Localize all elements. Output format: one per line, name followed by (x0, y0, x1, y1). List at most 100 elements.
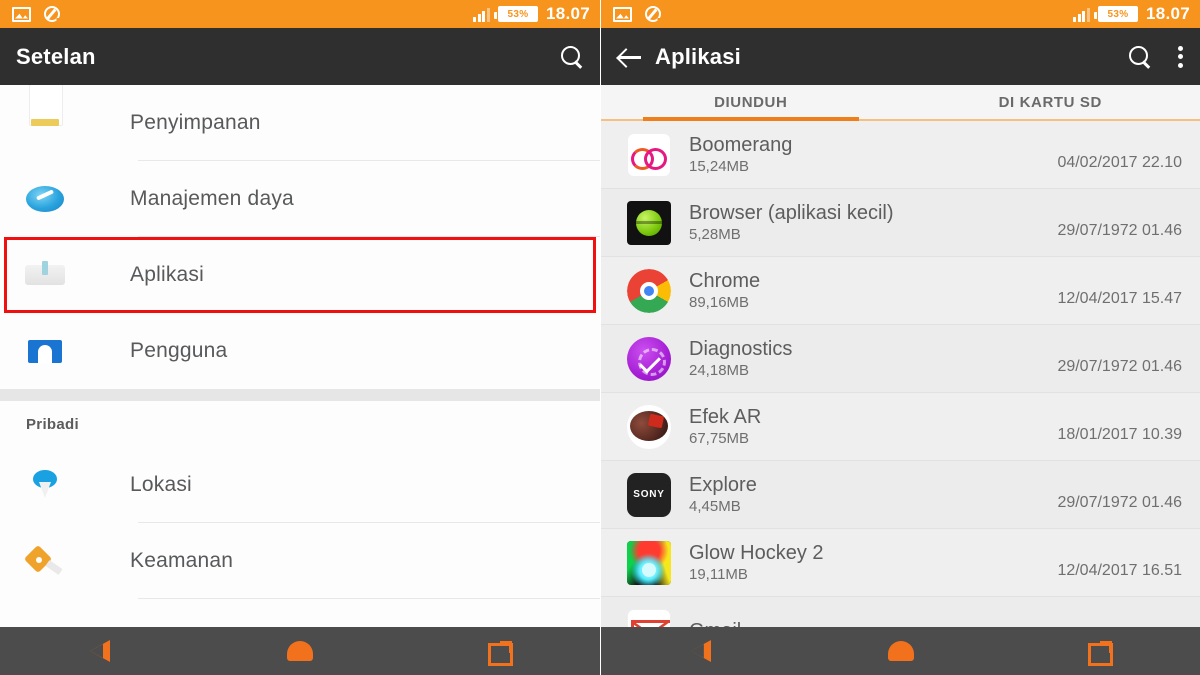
app-info: Diagnostics 24,18MB (689, 338, 1057, 379)
glow-hockey-app-icon (627, 540, 671, 585)
search-icon[interactable] (1128, 45, 1152, 69)
sidebar-item-aplikasi[interactable]: Aplikasi (0, 237, 600, 313)
app-size: 19,11MB (689, 566, 748, 583)
app-name: Efek AR (689, 406, 762, 428)
back-arrow-icon[interactable] (615, 42, 645, 72)
section-header-pribadi: Pribadi (0, 401, 600, 447)
app-list-tabs: DIUNDUH DI KARTU SD (601, 85, 1200, 121)
app-name: Chrome (689, 270, 761, 292)
app-date: 12/04/2017 16.51 (1057, 561, 1182, 579)
sidebar-item-label: Penyimpanan (130, 111, 261, 134)
location-pin-icon (22, 462, 68, 508)
storage-icon (22, 85, 68, 146)
list-item[interactable]: Glow Hockey 2 19,11MB 12/04/2017 16.51 (601, 529, 1200, 597)
screenshot-icon (613, 6, 632, 22)
tab-di-kartu-sd[interactable]: DI KARTU SD (901, 85, 1200, 119)
battery-icon: 53% (1093, 6, 1138, 22)
sidebar-item-label: Aplikasi (130, 263, 204, 286)
app-info: Boomerang 15,24MB (689, 134, 1057, 175)
list-item[interactable]: Boomerang 15,24MB 04/02/2017 22.10 (601, 121, 1200, 189)
nav-home-icon (887, 641, 914, 661)
left-phone-screen: 53% 18.07 Setelan Penyimpanan Manajemen … (0, 0, 600, 675)
downloaded-apps-list[interactable]: Boomerang 15,24MB 04/02/2017 22.10 Brows… (601, 121, 1200, 665)
app-date: 12/04/2017 15.47 (1057, 289, 1182, 307)
status-bar-left-icons (613, 5, 662, 23)
sidebar-item-manajemen-daya[interactable]: Manajemen daya (0, 161, 600, 237)
nav-back-button[interactable] (0, 640, 200, 662)
app-info: Glow Hockey 2 19,11MB (689, 542, 1057, 583)
nav-home-button[interactable] (200, 641, 400, 661)
nav-recents-button[interactable] (400, 640, 600, 666)
status-bar-left: 53% 18.07 (0, 0, 600, 28)
clock-label: 18.07 (545, 4, 590, 23)
app-size: 15,24MB (689, 158, 750, 175)
dual-screenshot-container: 53% 18.07 Setelan Penyimpanan Manajemen … (0, 0, 1200, 675)
app-name: Explore (689, 474, 757, 496)
search-icon[interactable] (560, 45, 584, 69)
app-date: 29/07/1972 01.46 (1057, 221, 1182, 239)
app-size: 4,45MB (689, 498, 741, 515)
nav-back-icon (690, 640, 711, 662)
app-size: 24,18MB (689, 362, 750, 379)
browser-app-icon (627, 200, 671, 245)
app-date: 29/07/1972 01.46 (1057, 493, 1182, 511)
chrome-app-icon (627, 268, 671, 313)
sidebar-item-keamanan[interactable]: Keamanan (0, 523, 600, 599)
app-size: 5,28MB (689, 226, 741, 243)
left-app-bar-actions (560, 45, 584, 69)
list-item[interactable]: SONY Explore 4,45MB 29/07/1972 01.46 (601, 461, 1200, 529)
sony-logo-text: SONY (633, 489, 665, 500)
page-title: Setelan (16, 43, 96, 69)
app-name: Glow Hockey 2 (689, 542, 824, 564)
app-size: 67,75MB (689, 430, 750, 447)
sidebar-item-label: Pengguna (130, 339, 228, 362)
battery-icon: 53% (493, 6, 538, 22)
ar-effect-app-icon (627, 404, 671, 449)
nav-back-button[interactable] (601, 640, 801, 662)
right-app-bar: Aplikasi (601, 28, 1200, 85)
highlight-annotation-box (4, 237, 596, 313)
app-info: Browser (aplikasi kecil) 5,28MB (689, 202, 1057, 243)
clock-label: 18.07 (1145, 4, 1190, 23)
right-phone-screen: 53% 18.07 Aplikasi DIUNDUH DI KARTU SD B… (600, 0, 1200, 675)
app-name: Boomerang (689, 134, 793, 156)
sidebar-item-lokasi[interactable]: Lokasi (0, 447, 600, 523)
sidebar-item-penyimpanan[interactable]: Penyimpanan (0, 85, 600, 161)
tab-diunduh[interactable]: DIUNDUH (601, 85, 901, 121)
sidebar-item-label: Keamanan (130, 549, 234, 572)
nav-home-button[interactable] (801, 641, 1001, 661)
settings-list: Penyimpanan Manajemen daya Aplikasi Peng… (0, 85, 600, 675)
app-name: Browser (aplikasi kecil) (689, 202, 894, 224)
overflow-menu-icon[interactable] (1178, 45, 1184, 69)
sidebar-item-label: Manajemen daya (130, 187, 294, 210)
nav-home-icon (287, 641, 313, 661)
nav-recents-button[interactable] (1000, 640, 1200, 666)
user-icon (22, 328, 68, 374)
signal-icon (473, 7, 490, 22)
sync-icon (43, 5, 61, 23)
list-item[interactable]: Chrome 89,16MB 12/04/2017 15.47 (601, 257, 1200, 325)
list-item[interactable]: Efek AR 67,75MB 18/01/2017 10.39 (601, 393, 1200, 461)
diagnostics-app-icon (627, 336, 671, 381)
list-item[interactable]: Browser (aplikasi kecil) 5,28MB 29/07/19… (601, 189, 1200, 257)
left-app-bar: Setelan (0, 28, 600, 85)
status-bar-right: 53% 18.07 (601, 0, 1200, 28)
sidebar-item-pengguna[interactable]: Pengguna (0, 313, 600, 389)
nav-recents-icon (488, 640, 513, 666)
security-key-icon (22, 538, 68, 584)
status-bar-right-icons: 53% 18.07 (473, 4, 590, 24)
navigation-bar-right (601, 627, 1200, 675)
app-info: Chrome 89,16MB (689, 270, 1057, 311)
list-item[interactable]: Diagnostics 24,18MB 29/07/1972 01.46 (601, 325, 1200, 393)
right-app-bar-actions (1128, 45, 1184, 69)
section-separator (0, 389, 600, 401)
app-info: Explore 4,45MB (689, 474, 1057, 515)
app-info: Efek AR 67,75MB (689, 406, 1057, 447)
screenshot-icon (12, 6, 31, 22)
navigation-bar-left (0, 627, 600, 675)
status-bar-right-icons: 53% 18.07 (1073, 4, 1190, 24)
app-size: 89,16MB (689, 294, 750, 311)
app-date: 18/01/2017 10.39 (1057, 425, 1182, 443)
signal-icon (1073, 7, 1090, 22)
page-title: Aplikasi (655, 43, 741, 69)
